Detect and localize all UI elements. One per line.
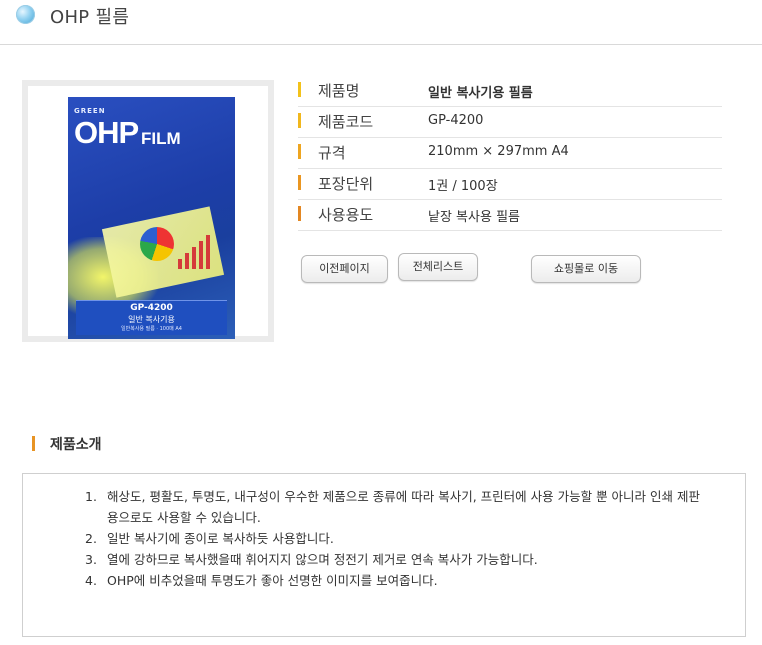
spec-label: 규격 bbox=[318, 144, 346, 162]
spec-value: 낱장 복사용 필름 bbox=[428, 210, 520, 225]
prev-page-button[interactable]: 이전페이지 bbox=[301, 255, 388, 283]
circle-bullet-icon bbox=[16, 5, 35, 24]
list-item-text: 열에 강하므로 복사했을때 휘어지지 않으며 정전기 제거로 연속 복사가 가능… bbox=[107, 552, 538, 567]
spec-bar-icon bbox=[298, 113, 301, 128]
list-item-text: OHP에 비추었을때 투명도가 좋아 선명한 이미지를 보여줍니다. bbox=[107, 573, 438, 588]
product-image: GREEN OHP FILM GP-4200 일반 복사기용 일반복사용 필름 … bbox=[28, 86, 268, 339]
spec-row-code: 제품코드 GP-4200 bbox=[298, 107, 722, 138]
list-item-number: 1. bbox=[85, 489, 97, 504]
spec-value: 일반 복사기용 필름 bbox=[428, 86, 533, 101]
package-title-main: OHP bbox=[74, 115, 139, 150]
intro-box: 1. 해상도, 평활도, 투명도, 내구성이 우수한 제품으로 종류에 따라 복… bbox=[22, 473, 746, 637]
list-item: 4. OHP에 비추었을때 투명도가 좋아 선명한 이미지를 보여줍니다. bbox=[85, 570, 705, 591]
list-item-text: 일반 복사기에 종이로 복사하듯 사용합니다. bbox=[107, 531, 334, 546]
spec-row-name: 제품명 일반 복사기용 필름 bbox=[298, 76, 722, 107]
spec-table: 제품명 일반 복사기용 필름 제품코드 GP-4200 규격 210mm × 2… bbox=[298, 76, 722, 231]
go-to-mall-button[interactable]: 쇼핑몰로 이동 bbox=[531, 255, 641, 283]
spec-label: 포장단위 bbox=[318, 175, 374, 193]
spec-label: 사용용도 bbox=[318, 206, 374, 224]
spec-bar-icon bbox=[298, 82, 301, 97]
product-package: GREEN OHP FILM GP-4200 일반 복사기용 일반복사용 필름 … bbox=[68, 97, 235, 339]
product-image-frame: GREEN OHP FILM GP-4200 일반 복사기용 일반복사용 필름 … bbox=[22, 80, 274, 342]
section-bar-icon bbox=[32, 436, 35, 451]
list-item: 1. 해상도, 평활도, 투명도, 내구성이 우수한 제품으로 종류에 따라 복… bbox=[85, 486, 705, 528]
list-item: 2. 일반 복사기에 종이로 복사하듯 사용합니다. bbox=[85, 528, 705, 549]
spec-row-package: 포장단위 1권 / 100장 bbox=[298, 169, 722, 200]
intro-section-title: 제품소개 bbox=[50, 437, 102, 453]
spec-bar-icon bbox=[298, 175, 301, 190]
spec-label: 제품명 bbox=[318, 82, 360, 100]
page-header: OHP 필름 bbox=[0, 0, 762, 45]
list-item-number: 2. bbox=[85, 531, 97, 546]
package-subtitle: 일반 복사기용 bbox=[128, 315, 175, 324]
page-title: OHP 필름 bbox=[50, 7, 130, 28]
list-item-number: 4. bbox=[85, 573, 97, 588]
package-code: GP-4200 bbox=[130, 303, 173, 313]
package-small-text: 일반복사용 필름 · 100매 A4 bbox=[121, 326, 182, 332]
spec-row-size: 규격 210mm × 297mm A4 bbox=[298, 138, 722, 169]
pie-chart-graphic bbox=[140, 227, 174, 261]
package-brand: GREEN bbox=[74, 107, 106, 115]
spec-row-usage: 사용용도 낱장 복사용 필름 bbox=[298, 200, 722, 231]
package-title-sub: FILM bbox=[141, 129, 181, 148]
list-item: 3. 열에 강하므로 복사했을때 휘어지지 않으며 정전기 제거로 연속 복사가… bbox=[85, 549, 705, 570]
intro-list: 1. 해상도, 평활도, 투명도, 내구성이 우수한 제품으로 종류에 따라 복… bbox=[85, 486, 705, 591]
spec-bar-icon bbox=[298, 144, 301, 159]
package-label: GP-4200 일반 복사기용 일반복사용 필름 · 100매 A4 bbox=[76, 300, 227, 335]
spec-bar-icon bbox=[298, 206, 301, 221]
spec-value: GP-4200 bbox=[428, 113, 484, 128]
bar-chart-graphic bbox=[178, 233, 218, 269]
spec-value: 210mm × 297mm A4 bbox=[428, 144, 569, 159]
list-item-number: 3. bbox=[85, 552, 97, 567]
spec-value: 1권 / 100장 bbox=[428, 179, 498, 194]
list-item-text: 해상도, 평활도, 투명도, 내구성이 우수한 제품으로 종류에 따라 복사기,… bbox=[107, 489, 700, 525]
full-list-button[interactable]: 전체리스트 bbox=[398, 253, 478, 281]
spec-label: 제품코드 bbox=[318, 113, 374, 131]
